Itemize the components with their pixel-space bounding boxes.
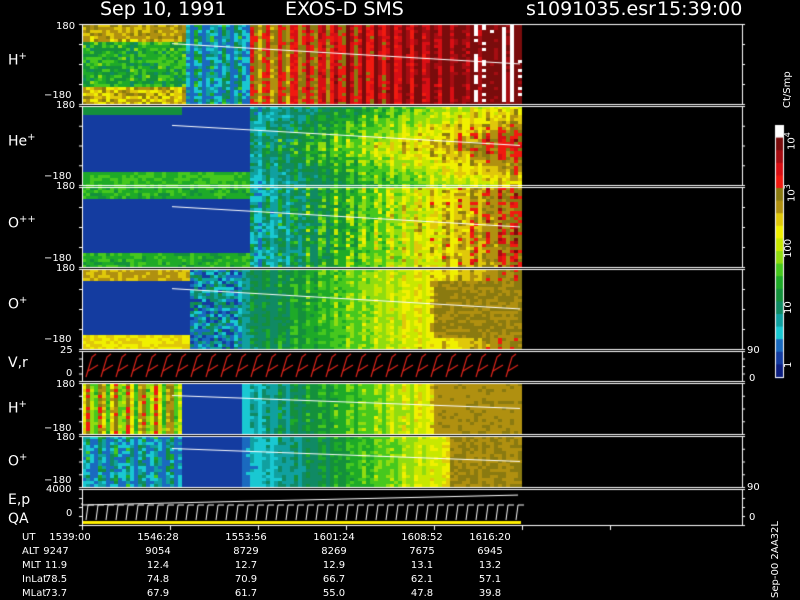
- tick-ep-bottom: 0: [66, 508, 73, 519]
- row-label-ut: UT: [22, 532, 36, 543]
- alt-value: 9054: [145, 546, 171, 557]
- tick-opp-top: 180: [56, 181, 76, 192]
- panel-label-he-plus: He+: [8, 132, 36, 150]
- mlat-value: 73.7: [44, 588, 68, 599]
- ut-value: 1539:00: [49, 532, 91, 543]
- panel-label-e-p: E,p: [8, 492, 31, 508]
- colorbar-tick-10: 10: [783, 301, 794, 314]
- inlat-value: 62.1: [410, 574, 434, 585]
- tick-he-top: 180: [56, 100, 76, 111]
- inlat-value: 57.1: [478, 574, 502, 585]
- tick-ep-top: 4000: [46, 484, 72, 495]
- header-date: Sep 10, 1991: [100, 0, 227, 20]
- tick-h-top: 180: [56, 21, 76, 32]
- panel-label-h-plus-2: H+: [8, 399, 27, 417]
- panel-label-o-plus-2: O+: [8, 452, 28, 470]
- alt-value: 9247: [43, 546, 69, 557]
- header-time: 15:39:00: [657, 0, 743, 20]
- inlat-value: 78.5: [44, 574, 68, 585]
- mlt-value: 11.9: [44, 560, 68, 571]
- panel-label-h-plus: H+: [8, 51, 27, 69]
- panel-label-o-plus: O+: [8, 295, 28, 313]
- spectrogram-canvas: [0, 0, 800, 600]
- inlat-value: 70.9: [234, 574, 258, 585]
- tick-o-top: 180: [56, 263, 76, 274]
- inlat-value: 74.8: [146, 574, 170, 585]
- alt-value: 8269: [321, 546, 347, 557]
- rtick-ep-bottom: 0: [749, 512, 756, 523]
- rtick-ep-top: 90: [747, 482, 760, 493]
- panel-label-o-plus-plus: O++: [8, 214, 36, 232]
- panel-label-v-r: V,r: [8, 355, 28, 371]
- tick-vr-bottom: 0: [66, 368, 73, 379]
- panel-label-qa: QA: [8, 511, 29, 527]
- mlt-value: 12.7: [234, 560, 258, 571]
- mlt-value: 12.9: [322, 560, 346, 571]
- ut-value: 1546:28: [137, 532, 179, 543]
- colorbar-tick-100: 100: [783, 238, 794, 258]
- ut-value: 1616:20: [469, 532, 511, 543]
- mlt-value: 13.2: [478, 560, 502, 571]
- ut-value: 1553:56: [225, 532, 267, 543]
- tick-o-bottom: −180: [44, 334, 72, 345]
- mlt-value: 12.4: [146, 560, 170, 571]
- ut-value: 1601:24: [313, 532, 355, 543]
- header-file: s1091035.esr: [526, 0, 656, 20]
- rtick-vr-top: 90: [747, 345, 760, 356]
- alt-value: 6945: [477, 546, 503, 557]
- colorbar-tick-1e4: 104: [783, 132, 798, 150]
- alt-value: 8729: [233, 546, 259, 557]
- mlat-value: 67.9: [146, 588, 170, 599]
- header-instrument: EXOS-D SMS: [285, 0, 404, 20]
- mlat-value: 47.8: [410, 588, 434, 599]
- colorbar-tick-1e3: 103: [783, 184, 798, 202]
- mlat-value: 61.7: [234, 588, 258, 599]
- ut-value: 1608:52: [401, 532, 443, 543]
- mlt-value: 13.1: [410, 560, 434, 571]
- tick-h2-top: 180: [56, 379, 76, 390]
- colorbar-tick-1: 1: [783, 361, 794, 368]
- mlat-value: 39.8: [478, 588, 502, 599]
- mlat-value: 55.0: [322, 588, 346, 599]
- alt-value: 7675: [409, 546, 435, 557]
- colorbar-unit: Ct/Smp: [782, 71, 793, 108]
- tick-o2-top: 180: [56, 432, 76, 443]
- inlat-value: 66.7: [322, 574, 346, 585]
- tick-vr-top: 25: [60, 345, 73, 356]
- rtick-vr-bottom: 0: [749, 373, 756, 384]
- footer-version: Sep-00 2AA32L: [770, 521, 781, 598]
